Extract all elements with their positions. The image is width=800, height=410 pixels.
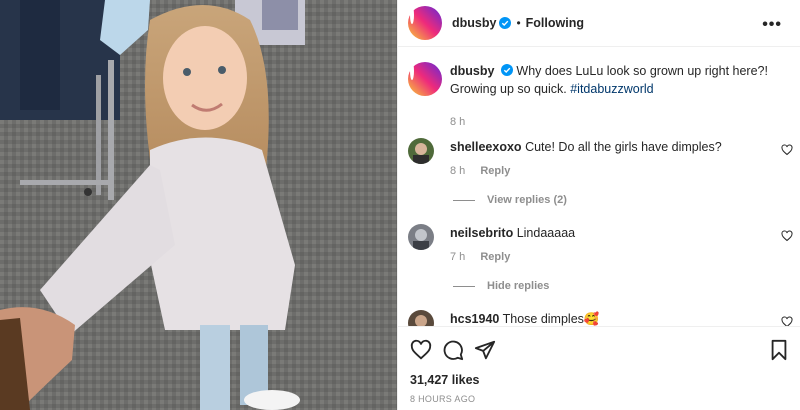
comment-meta: 8 h Reply: [450, 165, 793, 177]
comment-meta: 7 h Reply: [450, 251, 793, 263]
photo-illustration: [0, 0, 397, 410]
following-button[interactable]: Following: [526, 16, 584, 30]
author-avatar[interactable]: [408, 6, 442, 40]
author-username[interactable]: dbusby: [452, 16, 496, 30]
comment-body: neilsebrito Lindaaaaa: [450, 224, 793, 242]
comment-time: 7 h: [450, 251, 466, 263]
heart-icon[interactable]: [781, 230, 793, 242]
hide-replies-button[interactable]: Hide replies: [453, 280, 549, 292]
replies-divider: [453, 199, 475, 201]
comment-text: Cute! Do all the girls have dimples?: [525, 140, 722, 154]
verified-icon: [499, 17, 512, 29]
more-icon[interactable]: •••: [762, 16, 782, 34]
comment-body: hcs1940 Those dimples🥰: [450, 310, 793, 326]
heart-icon[interactable]: [781, 144, 793, 156]
post-photo[interactable]: [0, 0, 397, 410]
comment-item: neilsebrito Lindaaaaa 7 h Reply: [408, 224, 793, 263]
comment-username[interactable]: shelleexoxo: [450, 140, 522, 154]
share-icon[interactable]: [474, 339, 496, 361]
commenter-avatar[interactable]: [408, 138, 434, 164]
post-caption: dbusby Why does LuLu look so grown up ri…: [408, 62, 793, 128]
caption-hashtag[interactable]: #itdabuzzworld: [570, 82, 653, 96]
caption-avatar[interactable]: [408, 62, 442, 96]
reply-button[interactable]: Reply: [480, 165, 510, 177]
likes-count[interactable]: 31,427 likes: [410, 373, 480, 387]
verified-icon: [500, 64, 513, 76]
comment-text: Lindaaaaa: [516, 226, 576, 240]
view-replies-button[interactable]: View replies (2): [453, 194, 567, 206]
comment-username[interactable]: hcs1940: [450, 312, 499, 326]
view-replies-label: View replies (2): [487, 194, 567, 206]
hide-replies-label: Hide replies: [487, 280, 550, 292]
comment-username[interactable]: neilsebrito: [450, 226, 513, 240]
post-detail-panel: dbusby • Following ••• dbusby Why does L…: [397, 0, 800, 410]
caption-username[interactable]: dbusby: [450, 64, 494, 78]
comments-area[interactable]: dbusby Why does LuLu look so grown up ri…: [398, 48, 800, 326]
post-actions: 31,427 likes 8 HOURS AGO: [398, 326, 800, 410]
replies-divider: [453, 285, 475, 287]
comment-item: shelleexoxo Cute! Do all the girls have …: [408, 138, 793, 177]
commenter-avatar[interactable]: [408, 310, 434, 326]
comment-icon[interactable]: [442, 339, 464, 361]
post-timestamp: 8 HOURS AGO: [410, 394, 476, 404]
comment-body: shelleexoxo Cute! Do all the girls have …: [450, 138, 793, 156]
commenter-avatar[interactable]: [408, 224, 434, 250]
heart-icon[interactable]: [781, 316, 793, 326]
bookmark-icon[interactable]: [768, 339, 790, 361]
caption-text: dbusby Why does LuLu look so grown up ri…: [450, 62, 793, 98]
comment-text: Those dimples🥰: [502, 312, 600, 326]
comment-item: hcs1940 Those dimples🥰: [408, 310, 793, 326]
caption-time: 8 h: [450, 116, 466, 128]
header-separator: •: [516, 16, 521, 30]
comment-time: 8 h: [450, 165, 466, 177]
reply-button[interactable]: Reply: [480, 251, 510, 263]
heart-icon[interactable]: [410, 339, 432, 361]
post-header: dbusby • Following •••: [398, 0, 800, 47]
